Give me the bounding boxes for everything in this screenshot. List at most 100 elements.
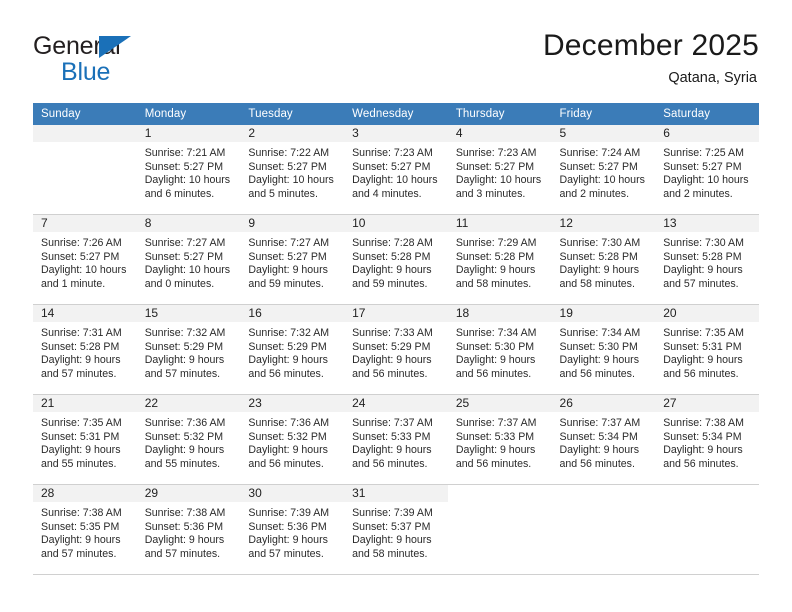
day-info-line: Sunset: 5:27 PM <box>663 160 742 173</box>
day-info-line: Sunrise: 7:21 AM <box>144 147 226 159</box>
day-info-line: Sunrise: 7:30 AM <box>663 237 744 249</box>
calendar-day-cell[interactable]: 1 Sunrise: 7:21 AM Sunset: 5:27 PM Daylight… <box>136 125 241 215</box>
calendar-day-cell[interactable]: 12 Sunrise: 7:30 AM Sunset: 5:28 PM Dayligh… <box>551 214 656 305</box>
day-info-line: Daylight: 9 hours <box>41 444 121 457</box>
calendar-day-cell[interactable]: 18 Sunrise: 7:34 AM Sunset: 5:30 PM Dayligh… <box>447 304 552 395</box>
day-sun-info: Sunrise: 7:23 AM Sunset: 5:27 PM Daylight:… <box>344 142 448 201</box>
day-info-line: Daylight: 9 hours <box>455 444 536 457</box>
calendar-day-cell[interactable]: 23 Sunrise: 7:36 AM Sunset: 5:32 PM Dayligh… <box>240 394 345 485</box>
calendar-day-cell[interactable]: 30 Sunrise: 7:39 AM Sunset: 5:36 PM Dayligh… <box>240 484 345 575</box>
calendar-day-cell[interactable]: 20 Sunrise: 7:35 AM Sunset: 5:31 PM Dayligh… <box>655 304 759 395</box>
day-info-line: Sunrise: 7:34 AM <box>559 327 641 339</box>
calendar-day-cell[interactable]: 8 Sunrise: 7:27 AM Sunset: 5:27 PM Daylight… <box>136 214 241 305</box>
day-info-line: Sunrise: 7:24 AM <box>559 147 641 159</box>
day-info-line: Sunset: 5:29 PM <box>352 340 431 353</box>
calendar-day-cell[interactable]: 4 Sunrise: 7:23 AM Sunset: 5:27 PM Daylight… <box>447 125 552 215</box>
day-sun-info: Sunrise: 7:32 AM Sunset: 5:29 PM Daylight:… <box>240 322 344 381</box>
brand-name-blue: Blue <box>61 58 111 86</box>
calendar-day-cell[interactable]: 24 Sunrise: 7:37 AM Sunset: 5:33 PM Dayligh… <box>344 394 448 485</box>
day-info-line: Sunrise: 7:38 AM <box>144 507 226 519</box>
calendar-day-cell[interactable]: 16 Sunrise: 7:32 AM Sunset: 5:29 PM Dayligh… <box>240 304 345 395</box>
calendar-day-cell[interactable]: 5 Sunrise: 7:24 AM Sunset: 5:27 PM Daylight… <box>551 125 656 215</box>
day-info-line: Daylight: 9 hours <box>352 264 432 277</box>
calendar-day-cell[interactable]: 31 Sunrise: 7:39 AM Sunset: 5:37 PM Dayligh… <box>344 484 448 575</box>
calendar-day-cell[interactable]: 7 Sunrise: 7:26 AM Sunset: 5:27 PM Daylight… <box>33 214 137 305</box>
day-number: 26 <box>551 395 656 412</box>
day-info-line: and 58 minutes. <box>352 547 428 560</box>
day-info-line: Sunrise: 7:35 AM <box>41 417 122 429</box>
calendar-day-cell[interactable]: 25 Sunrise: 7:37 AM Sunset: 5:33 PM Dayligh… <box>447 394 552 485</box>
calendar-day-cell[interactable]: 27 Sunrise: 7:38 AM Sunset: 5:34 PM Dayligh… <box>655 394 759 485</box>
day-cell-content <box>33 125 137 214</box>
day-sun-info: Sunrise: 7:28 AM Sunset: 5:28 PM Daylight:… <box>344 232 448 291</box>
calendar-header-row: Sunday Monday Tuesday Wednesday Thursday Frid… <box>33 103 759 125</box>
day-sun-info: Sunrise: 7:35 AM Sunset: 5:31 PM Daylight:… <box>655 322 759 381</box>
calendar-day-cell[interactable]: 19 Sunrise: 7:34 AM Sunset: 5:30 PM Dayligh… <box>551 304 656 395</box>
calendar-day-cell[interactable]: 14 Sunrise: 7:31 AM Sunset: 5:28 PM Dayligh… <box>33 304 137 395</box>
day-cell-content: 21 Sunrise: 7:35 AM Sunset: 5:31 PM Dayligh… <box>33 395 137 484</box>
day-info-line: Sunset: 5:27 PM <box>352 160 431 173</box>
day-info-line: Daylight: 10 hours <box>455 174 542 187</box>
day-sun-info: Sunrise: 7:27 AM Sunset: 5:27 PM Daylight:… <box>240 232 344 291</box>
weekday-header-tuesday: Tuesday <box>240 103 345 125</box>
day-info-line: Daylight: 9 hours <box>144 534 225 547</box>
day-info-line: Sunset: 5:28 PM <box>663 250 742 263</box>
day-sun-info <box>552 502 656 507</box>
day-number: 24 <box>344 395 448 412</box>
day-cell-content: 1 Sunrise: 7:21 AM Sunset: 5:27 PM Daylight… <box>136 125 241 214</box>
calendar-empty-cell <box>33 125 137 215</box>
day-info-line: Daylight: 9 hours <box>144 354 225 367</box>
calendar-day-cell[interactable]: 2 Sunrise: 7:22 AM Sunset: 5:27 PM Daylight… <box>240 125 345 215</box>
day-info-line: and 55 minutes. <box>41 457 117 470</box>
day-info-line: and 6 minutes. <box>144 187 215 200</box>
calendar-day-cell[interactable]: 10 Sunrise: 7:28 AM Sunset: 5:28 PM Dayligh… <box>344 214 448 305</box>
calendar-day-cell[interactable]: 9 Sunrise: 7:27 AM Sunset: 5:27 PM Daylight… <box>240 214 345 305</box>
day-info-line: Sunrise: 7:36 AM <box>144 417 226 429</box>
day-info-line: and 56 minutes. <box>248 367 324 380</box>
day-sun-info: Sunrise: 7:38 AM Sunset: 5:35 PM Daylight:… <box>33 502 137 561</box>
day-cell-content: 5 Sunrise: 7:24 AM Sunset: 5:27 PM Daylight… <box>551 125 656 214</box>
day-sun-info: Sunrise: 7:36 AM Sunset: 5:32 PM Daylight:… <box>240 412 344 471</box>
day-info-line: Sunrise: 7:22 AM <box>248 147 330 159</box>
calendar-week-row: 7 Sunrise: 7:26 AM Sunset: 5:27 PM Daylight… <box>33 214 759 305</box>
day-info-line: Daylight: 9 hours <box>248 444 328 457</box>
calendar-day-cell[interactable]: 13 Sunrise: 7:30 AM Sunset: 5:28 PM Dayligh… <box>655 214 759 305</box>
page-header: General Blue December 2025 Qatana, Syria <box>33 28 759 98</box>
calendar-day-cell[interactable]: 22 Sunrise: 7:36 AM Sunset: 5:32 PM Dayligh… <box>136 394 241 485</box>
calendar-day-cell[interactable]: 21 Sunrise: 7:35 AM Sunset: 5:31 PM Dayligh… <box>33 394 137 485</box>
day-number: 2 <box>240 125 345 142</box>
day-info-line: and 56 minutes. <box>455 457 532 470</box>
calendar-day-cell[interactable]: 28 Sunrise: 7:38 AM Sunset: 5:35 PM Dayligh… <box>33 484 137 575</box>
calendar-week-row: 28 Sunrise: 7:38 AM Sunset: 5:35 PM Dayligh… <box>33 484 759 575</box>
day-info-line: Daylight: 9 hours <box>663 264 743 277</box>
day-number: 6 <box>655 125 759 142</box>
day-info-line: Sunset: 5:31 PM <box>663 340 742 353</box>
day-cell-content: 15 Sunrise: 7:32 AM Sunset: 5:29 PM Dayligh… <box>136 305 241 394</box>
calendar-day-cell[interactable]: 11 Sunrise: 7:29 AM Sunset: 5:28 PM Dayligh… <box>447 214 552 305</box>
brand-logo[interactable]: General Blue <box>33 34 233 96</box>
day-info-line: Sunset: 5:33 PM <box>352 430 431 443</box>
day-info-line: and 57 minutes. <box>144 547 221 560</box>
day-info-line: Sunset: 5:27 PM <box>248 250 327 263</box>
day-number <box>33 125 137 142</box>
day-cell-content: 11 Sunrise: 7:29 AM Sunset: 5:28 PM Dayligh… <box>447 215 552 304</box>
title-block: December 2025 Qatana, Syria <box>543 28 759 88</box>
day-number: 17 <box>344 305 448 322</box>
day-info-line: and 57 minutes. <box>41 367 117 380</box>
calendar-day-cell[interactable]: 17 Sunrise: 7:33 AM Sunset: 5:29 PM Dayligh… <box>344 304 448 395</box>
calendar-day-cell[interactable]: 29 Sunrise: 7:38 AM Sunset: 5:36 PM Dayligh… <box>136 484 241 575</box>
day-info-line: Daylight: 10 hours <box>248 174 334 187</box>
calendar-day-cell[interactable]: 3 Sunrise: 7:23 AM Sunset: 5:27 PM Daylight… <box>344 125 448 215</box>
day-cell-content: 6 Sunrise: 7:25 AM Sunset: 5:27 PM Daylight… <box>655 125 759 214</box>
day-sun-info: Sunrise: 7:22 AM Sunset: 5:27 PM Daylight:… <box>240 142 344 201</box>
location-subtitle: Qatana, Syria <box>668 70 757 86</box>
weekday-header-sunday: Sunday <box>33 103 137 125</box>
day-info-line: Sunrise: 7:31 AM <box>41 327 122 339</box>
calendar-day-cell[interactable]: 26 Sunrise: 7:37 AM Sunset: 5:34 PM Dayligh… <box>551 394 656 485</box>
day-number: 14 <box>33 305 137 322</box>
day-info-line: and 56 minutes. <box>352 457 428 470</box>
calendar-day-cell[interactable]: 6 Sunrise: 7:25 AM Sunset: 5:27 PM Daylight… <box>655 125 759 215</box>
calendar-day-cell[interactable]: 15 Sunrise: 7:32 AM Sunset: 5:29 PM Dayligh… <box>136 304 241 395</box>
day-info-line: Sunset: 5:30 PM <box>559 340 638 353</box>
day-info-line: Sunrise: 7:36 AM <box>248 417 330 429</box>
